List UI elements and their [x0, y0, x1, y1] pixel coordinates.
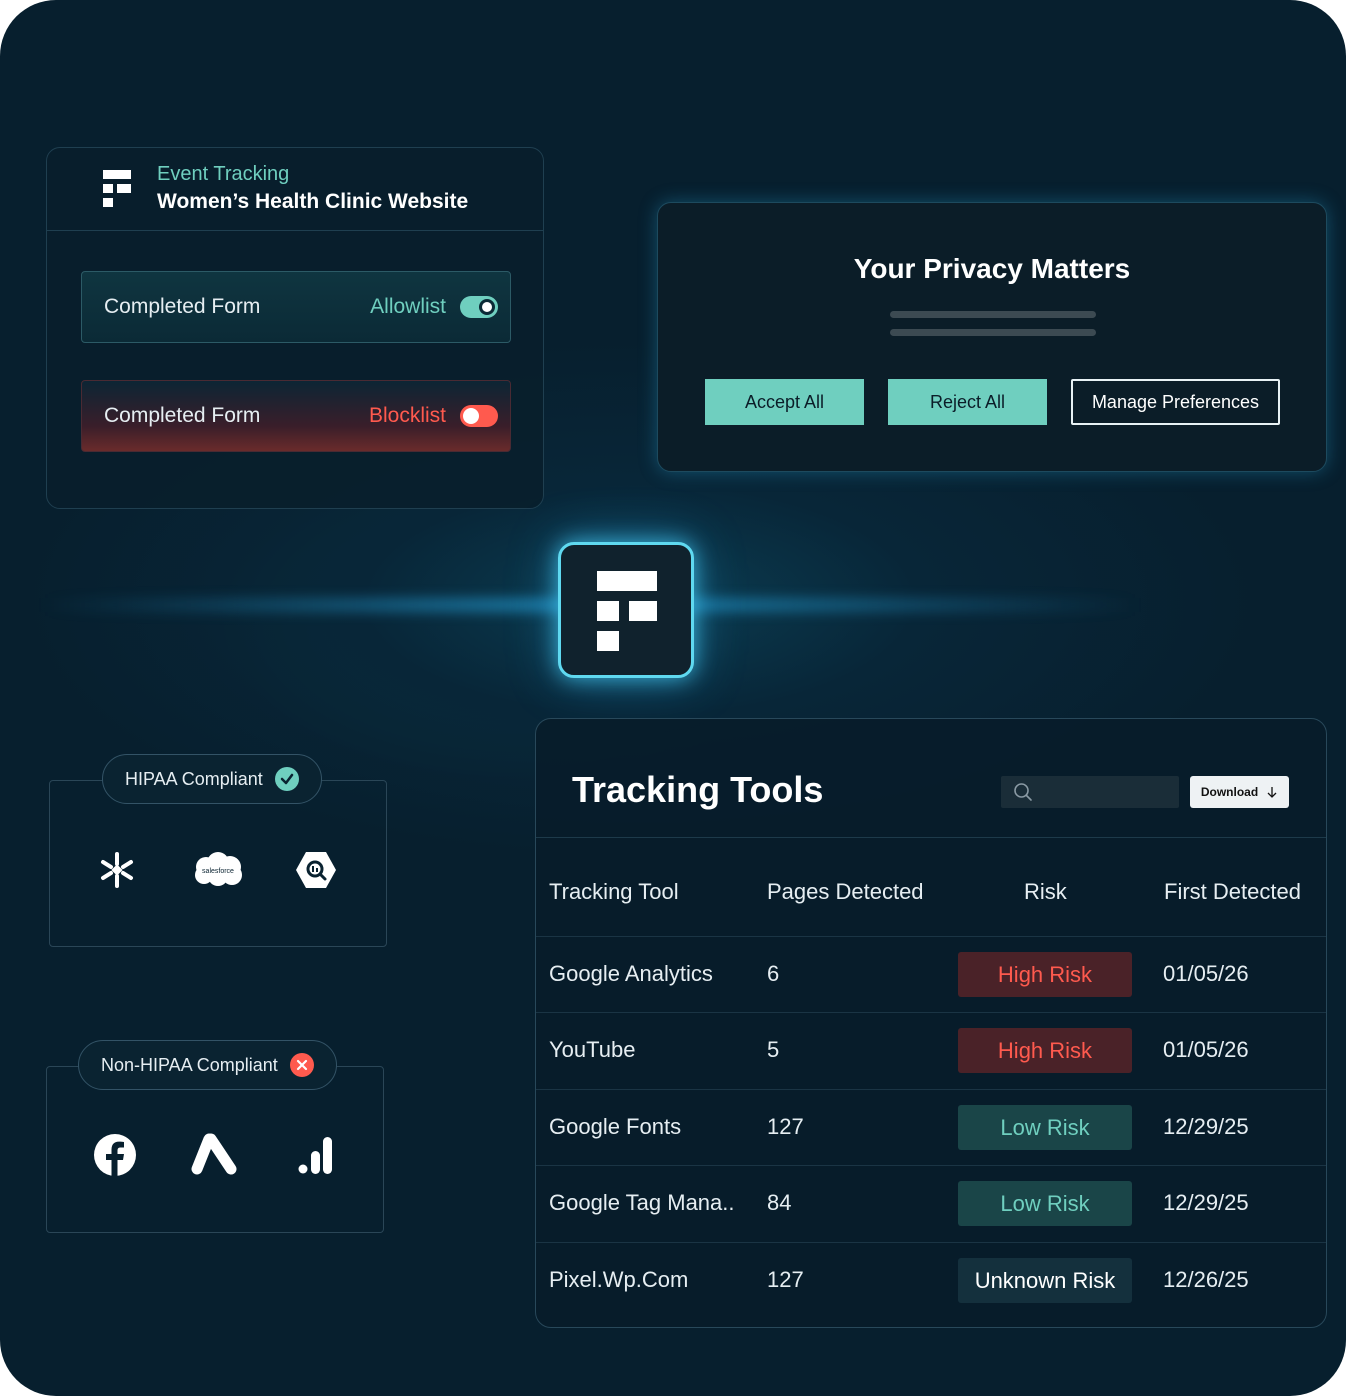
blocklist-toggle[interactable] — [460, 405, 498, 427]
cell-first-detected: 12/29/25 — [1163, 1190, 1249, 1215]
cell-tool: Google Analytics — [549, 961, 713, 986]
brand-logo-icon — [103, 170, 133, 210]
risk-badge: High Risk — [958, 952, 1132, 997]
salesforce-wordmark: salesforce — [202, 868, 234, 875]
cell-first-detected: 12/29/25 — [1163, 1114, 1249, 1139]
event-tracking-kicker: Event Tracking — [157, 163, 290, 185]
rule-row-allowlist: Completed Form Allowlist — [81, 271, 511, 343]
search-input[interactable] — [1001, 776, 1179, 808]
app-canvas: Event Tracking Women’s Health Clinic Web… — [0, 0, 1346, 1396]
cell-first-detected: 01/05/26 — [1163, 961, 1249, 986]
arrow-down-icon — [1267, 787, 1277, 798]
table-row[interactable]: Google Fonts 127 Low Risk 12/29/25 — [536, 1089, 1326, 1166]
rule-status-blocklist: Blocklist — [368, 404, 446, 427]
table-row[interactable]: YouTube 5 High Risk 01/05/26 — [536, 1012, 1326, 1089]
cell-pages: 6 — [767, 961, 780, 986]
table-row[interactable]: Google Analytics 6 High Risk 01/05/26 — [536, 936, 1326, 1013]
privacy-title: Your Privacy Matters — [853, 253, 1131, 284]
cell-pages: 127 — [767, 1267, 804, 1292]
bigquery-icon — [296, 852, 336, 888]
non-hipaa-compliant-pill: Non-HIPAA Compliant — [78, 1040, 337, 1090]
tracking-tools-panel: Tracking Tools Download Tracking Tool Pa… — [535, 718, 1327, 1328]
check-icon — [274, 767, 299, 791]
hipaa-compliant-label: HIPAA Compliant — [125, 768, 263, 789]
risk-badge: Low Risk — [958, 1181, 1132, 1226]
rule-name: Completed Form — [104, 404, 261, 427]
non-hipaa-compliant-box — [46, 1066, 384, 1233]
reject-all-button[interactable]: Reject All — [888, 379, 1047, 425]
tracking-tools-title: Tracking Tools — [572, 769, 824, 810]
privacy-banner: Your Privacy Matters Accept All Reject A… — [657, 202, 1327, 472]
cell-tool: YouTube — [549, 1037, 636, 1062]
event-tracking-panel: Event Tracking Women’s Health Clinic Web… — [46, 147, 544, 509]
column-header-pages[interactable]: Pages Detected — [767, 879, 924, 905]
table-row[interactable]: Google Tag Mana.. 84 Low Risk 12/29/25 — [536, 1165, 1326, 1242]
google-analytics-icon — [298, 1137, 332, 1174]
salesforce-icon: salesforce — [195, 852, 242, 886]
allowlist-toggle[interactable] — [460, 296, 498, 318]
cell-tool: Google Tag Mana.. — [549, 1190, 735, 1215]
rule-row-blocklist: Completed Form Blocklist — [81, 380, 511, 452]
non-hipaa-compliant-label: Non-HIPAA Compliant — [101, 1054, 278, 1075]
snowflake-icon — [101, 852, 133, 888]
cell-first-detected: 12/26/25 — [1163, 1267, 1249, 1292]
hipaa-compliant-box: salesforce — [49, 780, 387, 947]
cell-pages: 5 — [767, 1037, 780, 1062]
cell-pages: 127 — [767, 1114, 804, 1139]
column-header-risk[interactable]: Risk — [1024, 879, 1067, 905]
placeholder-text-line — [890, 311, 1096, 318]
google-ads-icon — [191, 1133, 237, 1175]
rule-name: Completed Form — [104, 295, 261, 318]
rule-status-allowlist: Allowlist — [370, 295, 446, 318]
hipaa-compliant-pill: HIPAA Compliant — [102, 754, 322, 804]
event-tracking-header: Event Tracking Women’s Health Clinic Web… — [47, 148, 543, 231]
risk-badge: High Risk — [958, 1028, 1132, 1073]
header-divider — [536, 837, 1326, 838]
cell-pages: 84 — [767, 1190, 792, 1215]
cell-first-detected: 01/05/26 — [1163, 1037, 1249, 1062]
column-header-tool[interactable]: Tracking Tool — [549, 879, 679, 905]
facebook-icon — [94, 1134, 136, 1176]
table-row[interactable]: Pixel.Wp.Com 127 Unknown Risk 12/26/25 — [536, 1242, 1326, 1319]
column-header-first-detected[interactable]: First Detected — [1164, 879, 1301, 905]
x-icon — [289, 1053, 314, 1077]
risk-badge: Unknown Risk — [958, 1258, 1132, 1303]
risk-badge: Low Risk — [958, 1105, 1132, 1150]
event-tracking-title: Women’s Health Clinic Website — [157, 190, 469, 213]
cell-tool: Google Fonts — [549, 1114, 682, 1139]
center-brand-logo-icon — [558, 542, 694, 678]
accept-all-button[interactable]: Accept All — [705, 379, 864, 425]
placeholder-text-line — [890, 329, 1096, 336]
cell-tool: Pixel.Wp.Com — [549, 1267, 689, 1292]
manage-preferences-button[interactable]: Manage Preferences — [1071, 379, 1280, 425]
download-button[interactable]: Download — [1190, 776, 1289, 808]
search-icon — [1014, 783, 1032, 801]
download-label: Download — [1200, 785, 1259, 799]
